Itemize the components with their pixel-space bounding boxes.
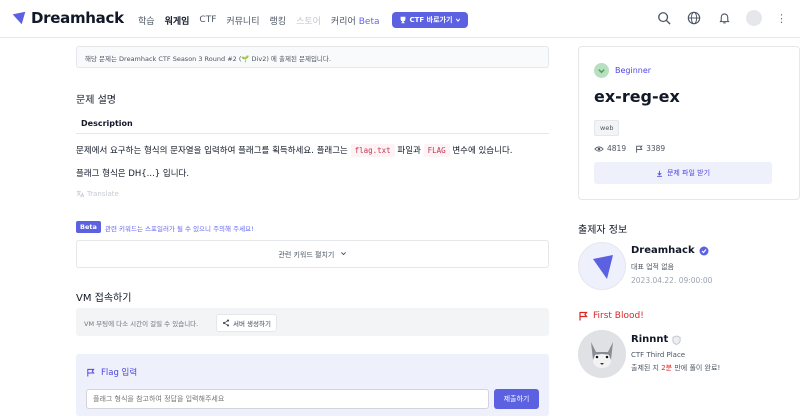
first-blood-time: 출제된 지 2분 만에 풀이 완료! (631, 363, 720, 373)
trophy-icon (400, 16, 405, 24)
description-line-1: 문제에서 요구하는 형식의 문자열을 입력하여 플래그를 획득하세요. 플래그는… (76, 144, 513, 157)
career-label: 커리어 (330, 16, 356, 27)
description-tab-bar: Description (76, 114, 549, 134)
download-label: 문제 파일 받기 (666, 169, 711, 177)
ctf-notice: 해당 문제는 Dreamhack CTF Season 3 Round #2 (… (76, 46, 549, 68)
menu-item-ctf[interactable]: CTF (199, 15, 216, 25)
menu-item-learn[interactable]: 학습 (138, 14, 155, 27)
bell-icon[interactable] (716, 10, 732, 26)
create-server-label: 서버 생성하기 (233, 320, 271, 328)
author-section-title: 출제자 정보 (578, 225, 628, 236)
description-text-a: 문제에서 요구하는 형식의 문자열을 입력하여 플래그를 획득하세요. 플래그는 (76, 146, 351, 156)
logo[interactable]: Dreamhack (10, 9, 124, 27)
code-flag-txt: flag.txt (350, 144, 395, 157)
beginner-level-icon (594, 63, 609, 78)
flag-title: Flag 입력 (86, 366, 137, 378)
submit-flag-button[interactable]: 제출하기 (494, 389, 539, 409)
create-server-button[interactable]: 서버 생성하기 (216, 314, 277, 332)
keyword-toggle-label: 관련 키워드 펼치기 (278, 251, 335, 259)
nav-icons: ⋮ (656, 10, 787, 26)
menu-item-career[interactable]: 커리어 Beta (331, 14, 380, 27)
description-text-c: 변수에 있습니다. (449, 146, 513, 156)
author-date: 2023.04.22. 09:00:00 (631, 276, 713, 285)
globe-icon[interactable] (686, 10, 702, 26)
more-menu-icon[interactable]: ⋮ (776, 12, 787, 25)
vm-section-title: VM 접속하기 (76, 293, 132, 304)
top-nav: Dreamhack 학습 워게임 CTF 커뮤니티 랭킹 스토어 커리어 Beta… (0, 0, 800, 38)
first-blood-minutes: 2분 (661, 364, 673, 372)
first-blood-achievement: CTF Third Place (631, 351, 686, 359)
eye-icon (594, 146, 604, 151)
flag-icon (87, 368, 95, 377)
menu-item-store[interactable]: 스토어 (296, 14, 321, 27)
career-beta-tag: Beta (358, 16, 380, 27)
flag-icon (579, 311, 588, 321)
author-achievement: 대표 업적 없음 (631, 263, 675, 271)
main-menu: 학습 워게임 CTF 커뮤니티 랭킹 스토어 커리어 Beta CTF 바로가기 (138, 12, 469, 28)
author-name-label: Dreamhack (631, 245, 695, 256)
author-name[interactable]: Dreamhack (631, 245, 709, 256)
first-blood-title: First Blood! (578, 311, 644, 321)
flag-icon (636, 145, 643, 153)
menu-item-wargame[interactable]: 워게임 (165, 14, 190, 27)
tab-description[interactable]: Description (81, 119, 133, 128)
solves-stat: 3389 (635, 144, 665, 153)
logo-text: Dreamhack (31, 9, 124, 27)
vm-boot-note: VM 부팅에 다소 시간이 걸릴 수 있습니다. (84, 320, 199, 328)
challenge-card: Beginner ex-reg-ex web 4819 3389 문제 파일 받… (578, 46, 800, 200)
chevron-down-icon (340, 252, 346, 256)
search-icon[interactable] (656, 10, 672, 26)
views-stat: 4819 (594, 144, 626, 153)
download-icon (657, 170, 662, 177)
challenge-stats: 4819 3389 (594, 144, 665, 153)
share-icon (222, 319, 230, 327)
first-blood-time-a: 출제된 지 (631, 364, 662, 372)
shield-badge-icon (672, 334, 681, 345)
description-line-2: 플래그 형식은 DH{...} 입니다. (76, 169, 190, 179)
vm-panel: VM 부팅에 다소 시간이 걸릴 수 있습니다. 서버 생성하기 (76, 308, 549, 336)
author-avatar[interactable] (578, 242, 626, 290)
beta-badge: Beta (76, 221, 101, 233)
dreamhack-logo-icon (12, 11, 26, 25)
code-flag-var: FLAG (423, 144, 450, 157)
translate-button[interactable]: Translate (76, 190, 119, 198)
flag-title-label: Flag 입력 (101, 368, 138, 378)
first-blood-name[interactable]: Rinnnt (631, 334, 681, 345)
description-text-b: 파일과 (394, 146, 424, 156)
translate-label: Translate (87, 190, 119, 198)
level-badge: Beginner (594, 63, 651, 78)
keyword-toggle[interactable]: 관련 키워드 펼치기 (76, 240, 549, 268)
flag-panel: Flag 입력 제출하기 (76, 354, 549, 416)
category-tag[interactable]: web (594, 120, 620, 136)
user-avatar[interactable] (746, 10, 762, 26)
keyword-spoiler-note: 관련 키워드는 스포일러가 될 수 있으니 주의해 주세요! (105, 225, 254, 233)
menu-item-ranking[interactable]: 랭킹 (270, 14, 287, 27)
problem-section-title: 문제 설명 (76, 95, 116, 106)
views-count: 4819 (607, 144, 627, 153)
download-files-button[interactable]: 문제 파일 받기 (594, 162, 772, 184)
first-blood-label: First Blood! (593, 311, 644, 321)
ctf-shortcut-label: CTF 바로가기 (409, 16, 453, 24)
solves-count: 3389 (646, 144, 666, 153)
first-blood-avatar[interactable] (578, 330, 626, 378)
flag-input[interactable] (86, 389, 489, 409)
ctf-shortcut-button[interactable]: CTF 바로가기 (391, 12, 469, 28)
chevron-down-icon (456, 18, 461, 22)
first-blood-time-c: 만에 풀이 완료! (672, 364, 721, 372)
first-blood-name-label: Rinnnt (631, 334, 669, 345)
translate-icon (76, 190, 84, 198)
challenge-title: ex-reg-ex (594, 87, 680, 106)
menu-item-community[interactable]: 커뮤니티 (226, 14, 259, 27)
level-label: Beginner (615, 66, 652, 75)
verified-badge-icon (699, 246, 709, 255)
